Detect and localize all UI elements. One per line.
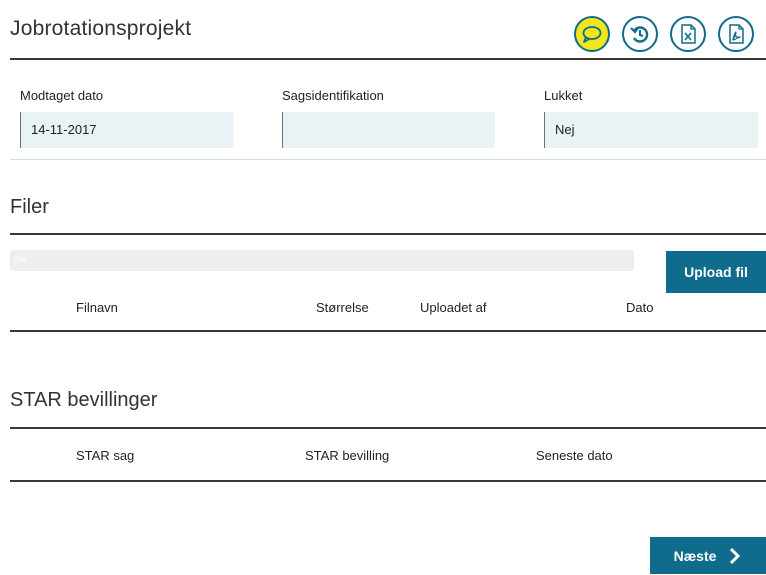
pdf-export-button[interactable] bbox=[718, 16, 754, 52]
pdf-export-icon bbox=[729, 24, 744, 44]
files-col-size[interactable]: Størrelse bbox=[316, 300, 369, 315]
received-date-label: Modtaget dato bbox=[20, 88, 104, 103]
closed-field[interactable]: Nej bbox=[544, 112, 758, 148]
star-col-grant[interactable]: STAR bevilling bbox=[305, 448, 389, 463]
excel-export-button[interactable] bbox=[670, 16, 706, 52]
case-id-field[interactable] bbox=[282, 112, 495, 148]
case-id-label: Sagsidentifikation bbox=[282, 88, 384, 103]
upload-file-button[interactable]: Upload fil bbox=[666, 251, 766, 293]
chevron-right-icon bbox=[730, 547, 741, 564]
star-section-title: STAR bevillinger bbox=[10, 389, 158, 411]
comment-button[interactable] bbox=[574, 16, 610, 52]
files-table-divider bbox=[10, 330, 766, 332]
next-button[interactable]: Næste bbox=[650, 537, 766, 574]
star-col-case[interactable]: STAR sag bbox=[76, 448, 134, 463]
header-divider bbox=[10, 58, 766, 60]
star-table-divider bbox=[10, 480, 766, 482]
files-col-date[interactable]: Dato bbox=[626, 300, 653, 315]
star-divider bbox=[10, 427, 766, 429]
files-col-uploaded-by[interactable]: Uploadet af bbox=[420, 300, 487, 315]
next-button-label: Næste bbox=[673, 547, 717, 564]
star-col-latest-date[interactable]: Seneste dato bbox=[536, 448, 613, 463]
comment-icon bbox=[582, 26, 602, 43]
fields-divider bbox=[10, 159, 766, 160]
upload-progress-bar: 0% bbox=[10, 250, 634, 271]
files-col-filename[interactable]: Filnavn bbox=[76, 300, 118, 315]
closed-label: Lukket bbox=[544, 88, 583, 103]
page-title: Jobrotationsprojekt bbox=[10, 17, 192, 40]
files-divider bbox=[10, 233, 766, 235]
files-section-title: Filer bbox=[10, 196, 49, 218]
history-icon bbox=[630, 26, 649, 43]
history-button[interactable] bbox=[622, 16, 658, 52]
received-date-field[interactable]: 14-11-2017 bbox=[20, 112, 233, 148]
excel-export-icon bbox=[681, 24, 696, 44]
